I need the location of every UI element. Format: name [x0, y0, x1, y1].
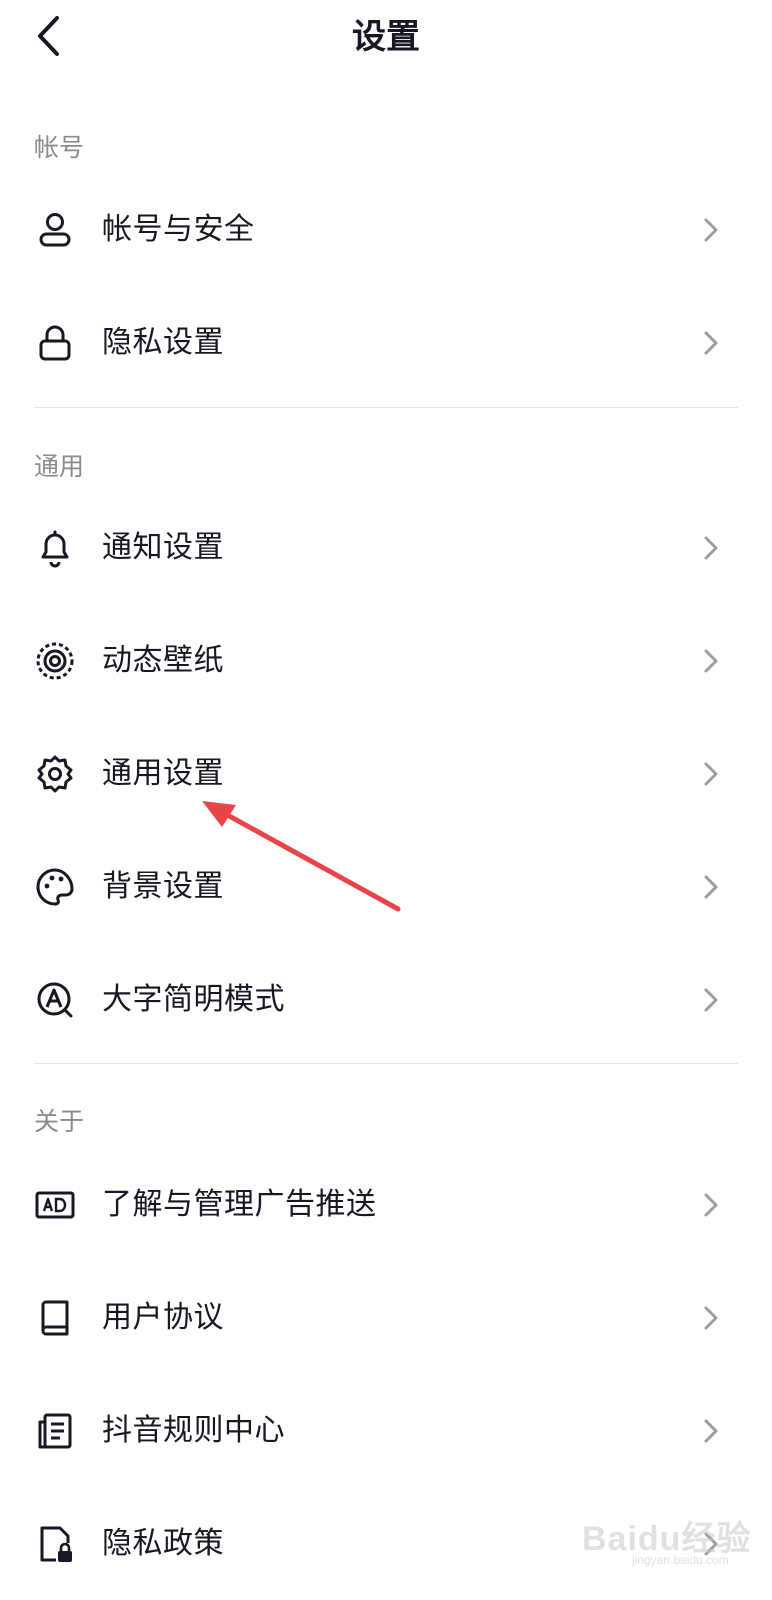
- row-dynamic-wallpaper[interactable]: 动态壁纸: [0, 616, 772, 706]
- chevron-right-icon: [704, 762, 718, 786]
- lock-icon: [34, 322, 76, 364]
- book-icon: [34, 1297, 76, 1339]
- row-label: 抖音规则中心: [102, 1413, 285, 1448]
- section-title-account: 帐号: [34, 133, 85, 162]
- large-font-icon: [34, 979, 76, 1021]
- document-icon: [34, 1410, 76, 1452]
- chevron-right-icon: [704, 875, 718, 899]
- dynamic-wallpaper-icon: [34, 640, 76, 682]
- chevron-right-icon: [704, 536, 718, 560]
- row-large-font-mode[interactable]: 大字简明模式: [0, 955, 772, 1045]
- row-privacy-settings[interactable]: 隐私设置: [0, 298, 772, 388]
- row-account-security[interactable]: 帐号与安全: [0, 185, 772, 275]
- watermark-logo: Baidu经验 jingyan.baidu.com: [582, 1505, 768, 1575]
- row-rules-center[interactable]: 抖音规则中心: [0, 1386, 772, 1476]
- ad-icon: [34, 1184, 76, 1226]
- row-label: 背景设置: [102, 869, 224, 904]
- header: 设置: [0, 0, 772, 80]
- palette-icon: [34, 866, 76, 908]
- row-label: 通知设置: [102, 530, 224, 565]
- chevron-right-icon: [704, 988, 718, 1012]
- row-label: 动态壁纸: [102, 643, 224, 678]
- row-background-settings[interactable]: 背景设置: [0, 842, 772, 932]
- page-title: 设置: [352, 17, 420, 57]
- bell-icon: [34, 527, 76, 569]
- row-general-settings[interactable]: 通用设置: [0, 729, 772, 819]
- gear-icon: [34, 753, 76, 795]
- row-label: 了解与管理广告推送: [102, 1187, 377, 1222]
- row-ad-management[interactable]: 了解与管理广告推送: [0, 1160, 772, 1250]
- chevron-right-icon: [704, 331, 718, 355]
- row-notification-settings[interactable]: 通知设置: [0, 503, 772, 593]
- row-label: 通用设置: [102, 756, 224, 791]
- privacy-policy-icon: [34, 1523, 76, 1565]
- section-title-about: 关于: [34, 1107, 85, 1136]
- row-label: 用户协议: [102, 1300, 224, 1335]
- chevron-right-icon: [704, 649, 718, 673]
- row-label: 帐号与安全: [102, 212, 255, 247]
- chevron-right-icon: [704, 218, 718, 242]
- chevron-right-icon: [704, 1306, 718, 1330]
- row-user-agreement[interactable]: 用户协议: [0, 1273, 772, 1363]
- divider: [34, 407, 738, 408]
- row-label: 隐私政策: [102, 1526, 224, 1561]
- divider: [34, 1063, 738, 1064]
- row-label: 大字简明模式: [102, 982, 285, 1017]
- chevron-right-icon: [704, 1193, 718, 1217]
- chevron-right-icon: [704, 1419, 718, 1443]
- section-title-general: 通用: [34, 452, 85, 481]
- user-icon: [34, 209, 76, 251]
- watermark-url: jingyan.baidu.com: [632, 1553, 729, 1567]
- row-label: 隐私设置: [102, 325, 224, 360]
